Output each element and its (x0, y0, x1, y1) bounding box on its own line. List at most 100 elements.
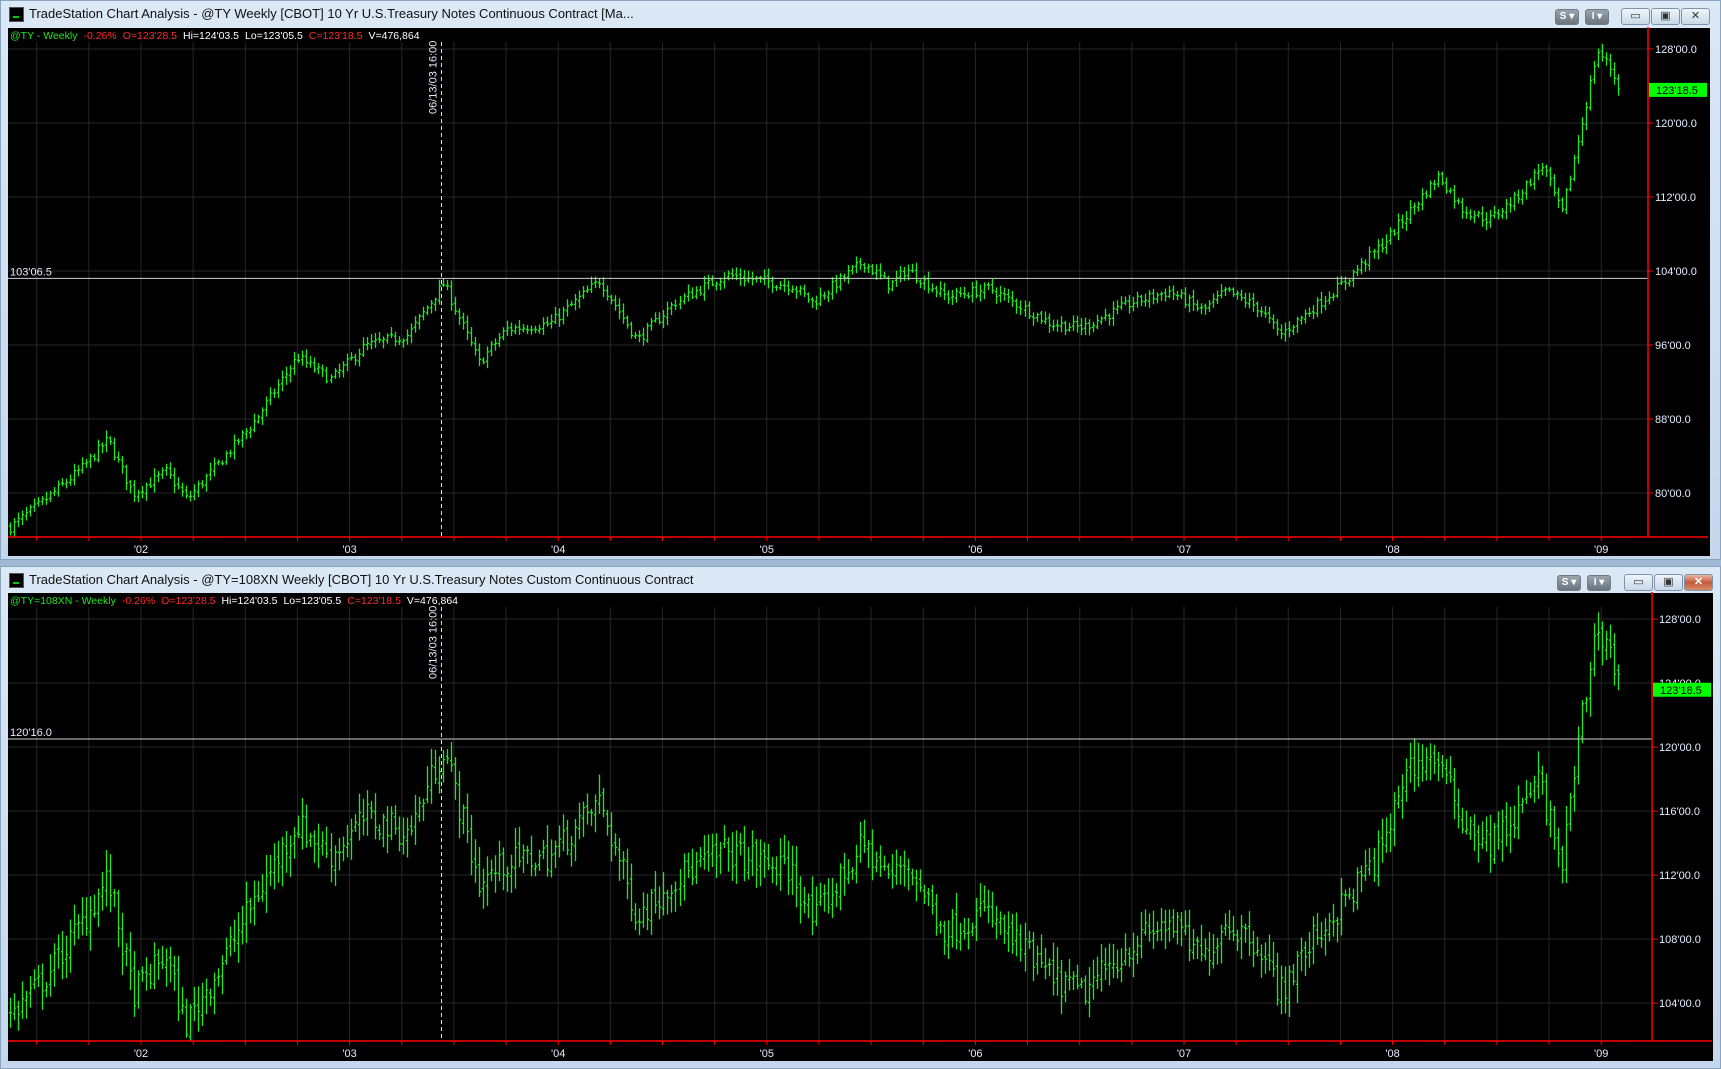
price-bar (633, 331, 638, 339)
price-bar (597, 278, 602, 289)
price-bar (1267, 306, 1272, 324)
price-bar (268, 387, 273, 406)
price-bar (1347, 887, 1352, 900)
price-bar (826, 878, 831, 914)
price-bar (1584, 101, 1589, 131)
price-bar (24, 506, 29, 521)
price-bar (1191, 289, 1196, 311)
price-bar (998, 285, 1003, 303)
price-bar (421, 306, 426, 321)
price-bar (324, 826, 329, 859)
price-bar (1151, 910, 1156, 949)
price-bar (280, 836, 285, 887)
price-bar (1143, 293, 1148, 307)
price-bar (1215, 937, 1220, 965)
price-bar (1492, 205, 1497, 219)
price-bar (549, 314, 554, 329)
price-bar (1536, 751, 1541, 799)
price-bar (1063, 971, 1068, 1003)
price-bar (1259, 306, 1264, 317)
price-bar (641, 327, 646, 346)
price-bar (1267, 934, 1272, 971)
time-axis-label: '08 (1385, 544, 1399, 556)
price-bar (1319, 922, 1324, 948)
price-bar (1127, 294, 1132, 314)
price-bar (1460, 807, 1465, 834)
price-bar (44, 491, 49, 505)
price-bar (349, 818, 354, 860)
price-bar (1315, 297, 1320, 318)
price-bar (176, 477, 181, 490)
price-bar (1247, 911, 1252, 956)
price-bar (1612, 62, 1617, 85)
price-bar (521, 844, 526, 874)
price-bar (657, 312, 662, 325)
price-bar (473, 336, 478, 356)
price-bar (1255, 301, 1260, 318)
price-bar (990, 891, 995, 928)
time-axis-label: '05 (760, 1048, 774, 1060)
price-bar (36, 964, 41, 987)
price-bar (1516, 785, 1521, 840)
price-bar (990, 279, 995, 294)
time-axis-label: '05 (760, 544, 774, 556)
price-bar (341, 361, 346, 378)
price-bar (669, 302, 674, 316)
price-bar (958, 923, 963, 951)
price-bar (176, 955, 181, 1022)
price-bar (1103, 308, 1108, 321)
price-bar (1271, 941, 1276, 977)
price-bar (52, 487, 57, 497)
price-bar (200, 982, 205, 1026)
price-bar (850, 867, 855, 880)
price-bar (573, 818, 578, 862)
time-axis-label: '04 (551, 1048, 565, 1060)
price-bar (1428, 743, 1433, 781)
price-bar (1027, 930, 1032, 949)
price-bar (32, 969, 37, 990)
price-bar (1006, 288, 1011, 303)
price-bar (601, 277, 606, 297)
price-bar (1059, 959, 1064, 1015)
price-bar (649, 317, 654, 331)
price-bar (1552, 174, 1557, 197)
price-bar (513, 324, 518, 335)
price-bar (882, 855, 887, 871)
price-bar (726, 270, 731, 281)
price-bar (1243, 292, 1248, 308)
price-bar (938, 921, 943, 934)
price-bar (1219, 924, 1224, 964)
price-bar (742, 826, 747, 882)
price-bar (842, 852, 847, 896)
price-bar (581, 801, 586, 837)
price-bar (1412, 202, 1417, 215)
price-bar (481, 357, 486, 365)
price-bar (272, 843, 277, 890)
price-bar (1331, 903, 1336, 937)
price-bar (962, 917, 967, 940)
price-bar (1488, 814, 1493, 873)
price-bar (1608, 53, 1613, 77)
price-bar (92, 453, 97, 462)
price-bar (1592, 60, 1597, 85)
price-bar (1075, 315, 1080, 333)
price-bar (954, 892, 959, 950)
price-bar (1500, 809, 1505, 862)
price-bar (1372, 248, 1377, 259)
price-bar (866, 263, 871, 273)
price-bar (994, 906, 999, 940)
price-bar (846, 859, 851, 884)
price-bar (264, 855, 269, 913)
price-bar (1010, 290, 1015, 307)
price-bar (754, 838, 759, 888)
price-bar (834, 883, 839, 908)
price-bar (1380, 238, 1385, 253)
price-bar (373, 793, 378, 840)
price-bar (686, 852, 691, 878)
price-bar (706, 274, 711, 290)
price-bar (228, 926, 233, 957)
price-bar (714, 281, 719, 291)
price-bar (1363, 259, 1368, 272)
price-bar (1047, 958, 1052, 977)
price-bar (1568, 792, 1573, 832)
